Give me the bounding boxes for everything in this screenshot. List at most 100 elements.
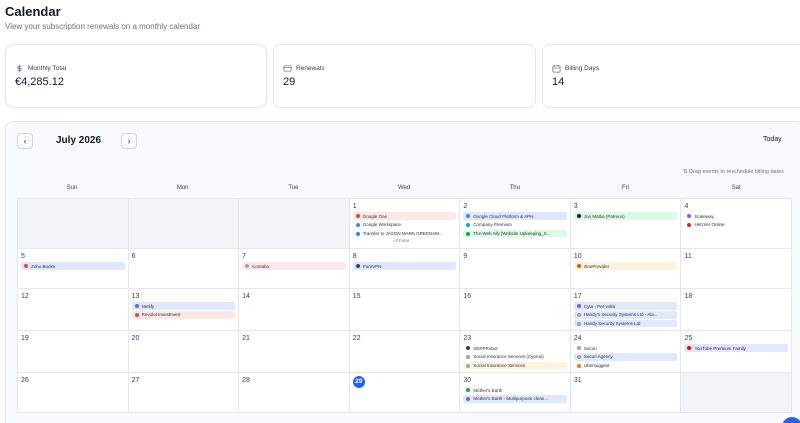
subscription-event[interactable]: Transfer to JASON MARK GREENAW... [353, 230, 457, 238]
subscription-event[interactable]: PureVPN [352, 262, 457, 270]
day-number: 13 [131, 293, 140, 300]
event-label: Jon Mattia (Patreon) [583, 213, 625, 219]
day-cell-19[interactable]: 19 [18, 331, 129, 373]
service-logo-icon [466, 346, 471, 351]
subscription-event[interactable]: Google Cloud Platform & APIs [463, 212, 567, 220]
day-cell-2[interactable]: 2 Google Cloud Platform & APIs Company Pre… [460, 199, 571, 249]
day-cell-22[interactable]: 22 [349, 331, 461, 373]
day-cell-18[interactable]: 18 [681, 289, 793, 331]
service-logo-icon [576, 321, 581, 326]
service-logo-icon [134, 304, 139, 309]
subscription-event[interactable]: Google One [352, 212, 457, 220]
subscription-event[interactable]: The Web Ally [Website Upkeeping_S... [463, 229, 567, 238]
subscription-event[interactable]: Scaleway [684, 212, 788, 220]
day-cell-25[interactable]: 25 YouTube Premium Family [681, 331, 793, 373]
weekday-tue: Tue [288, 185, 299, 191]
subscription-event[interactable]: Handy's Security Systems Ltd - Ala... [573, 311, 678, 319]
day-cell-17[interactable]: 17 Cyta - Per-volta Handy's Security Syste… [570, 289, 682, 331]
service-logo-icon [687, 214, 692, 219]
stat-value: 14 [552, 76, 565, 88]
subscription-event[interactable]: Company Premium [463, 221, 567, 229]
subscription-event[interactable]: Mother's Earth - Multipurpose clean... [463, 395, 567, 403]
service-logo-icon [576, 264, 581, 269]
service-logo-icon [466, 231, 471, 236]
prev-month-button[interactable]: ‹ [17, 133, 33, 149]
day-cell-30[interactable]: 30 Mother's Earth Mother's Earth - Multipu… [460, 373, 571, 413]
day-number: 4 [684, 203, 689, 210]
service-logo-icon [576, 304, 581, 309]
service-logo-icon [355, 214, 360, 219]
day-number: 16 [463, 293, 472, 300]
service-logo-icon [355, 222, 360, 227]
day-number: 6 [131, 253, 136, 260]
subscription-event[interactable]: Ubersuggest [574, 362, 678, 370]
week-row: 1 Google One Google Workspace Transfer to J… [18, 199, 793, 249]
subscription-event[interactable]: Zoho Books [21, 262, 125, 270]
day-cell-23[interactable]: 23 SERPRobot Social Insurance Services (Cy… [460, 331, 571, 373]
day-cell-5[interactable]: 5 Zoho Books [18, 249, 129, 289]
subscription-event[interactable]: Sucuri [574, 344, 678, 352]
card-icon [283, 65, 292, 72]
service-logo-icon [466, 222, 471, 227]
day-cell-11[interactable]: 11 [681, 249, 793, 289]
subscription-event[interactable]: Mother's Earth [463, 386, 567, 394]
day-cell-3[interactable]: 3 Jon Mattia (Patreon) [570, 199, 682, 249]
subscription-event[interactable]: Contabo [242, 262, 346, 270]
day-cell-7[interactable]: 7 Contabo [239, 249, 350, 289]
event-label: Company Premium [473, 222, 512, 228]
day-cell-12[interactable]: 12 [18, 289, 129, 331]
subscription-event[interactable]: Netlify [131, 302, 236, 310]
day-cell-9[interactable]: 9 [460, 249, 571, 289]
day-cell-26[interactable]: 26 [18, 373, 129, 413]
day-cell-10[interactable]: 10 OneProvider [570, 249, 682, 289]
service-logo-icon [687, 346, 692, 351]
subscription-event[interactable]: Handy Security Systems Ltd [573, 319, 678, 328]
day-cell-21[interactable]: 21 [239, 331, 350, 373]
day-cell-28[interactable]: 28 [239, 373, 350, 413]
day-cell-15[interactable]: 15 [349, 289, 461, 331]
next-month-button[interactable]: › [121, 133, 137, 149]
subscription-event[interactable]: Google Workspace [353, 221, 457, 229]
event-label: Sucuri [583, 345, 597, 351]
day-cell-24[interactable]: 24 Sucuri Sucuri Agency Ubersuggest [570, 331, 682, 373]
subscription-event[interactable]: YouTube Premium Family [684, 344, 789, 352]
day-cell-empty[interactable] [18, 199, 129, 249]
event-label: Cyta - Per-volta [583, 303, 616, 309]
week-row: 19 20 21 22 23 SERPRobot Social Insurance Serv… [18, 331, 793, 373]
week-row: 12 13 Netlify Revolut Investment 14 15 16 17 Cyt… [18, 289, 793, 331]
day-cell-4[interactable]: 4 Scaleway Hetzner Online [681, 199, 793, 249]
day-cell-empty[interactable] [681, 373, 793, 413]
day-cell-20[interactable]: 20 [128, 331, 240, 373]
subscription-event[interactable]: Revolut Investment [131, 311, 236, 319]
day-cell-empty[interactable] [128, 199, 240, 249]
subscription-event[interactable]: OneProvider [573, 262, 678, 270]
weekday-fri: Fri [622, 185, 629, 191]
day-cell-31[interactable]: 31 [570, 373, 682, 413]
day-cell-empty[interactable] [239, 199, 350, 249]
day-number: 8 [352, 253, 357, 260]
weekday-sun: Sun [66, 185, 78, 191]
weekday-sat: Sat [731, 185, 741, 191]
week-row: 5 Zoho Books 6 7 Contabo 8 PureVPN 9 10 OneProvid… [18, 249, 793, 289]
subscription-event[interactable]: Jon Mattia (Patreon) [573, 212, 678, 220]
more-events-link[interactable]: +2 more [393, 238, 457, 243]
subscription-event[interactable]: Social Insurance Services (Cyprus) [463, 353, 567, 361]
subscription-event[interactable]: Social Insurance Services [463, 361, 567, 370]
today-button[interactable]: Today [763, 136, 782, 143]
day-cell-6[interactable]: 6 [128, 249, 240, 289]
event-label: Mother's Earth [473, 387, 503, 393]
day-cell-16[interactable]: 16 [460, 289, 571, 331]
day-cell-1[interactable]: 1 Google One Google Workspace Transfer to J… [349, 199, 461, 249]
subscription-event[interactable]: Cyta - Per-volta [573, 302, 678, 310]
day-cell-29[interactable]: 29 [349, 373, 461, 413]
day-cell-14[interactable]: 14 [239, 289, 350, 331]
subscription-event[interactable]: Hetzner Online [684, 221, 788, 229]
subscription-event[interactable]: Sucuri Agency [573, 353, 678, 361]
event-label: Scaleway [694, 213, 714, 219]
day-cell-13[interactable]: 13 Netlify Revolut Investment [128, 289, 240, 331]
subscription-event[interactable]: SERPRobot [463, 344, 567, 352]
day-cell-8[interactable]: 8 PureVPN [349, 249, 461, 289]
day-cell-27[interactable]: 27 [128, 373, 240, 413]
event-label: YouTube Premium Family [694, 345, 746, 351]
day-number: 1 [352, 203, 357, 210]
